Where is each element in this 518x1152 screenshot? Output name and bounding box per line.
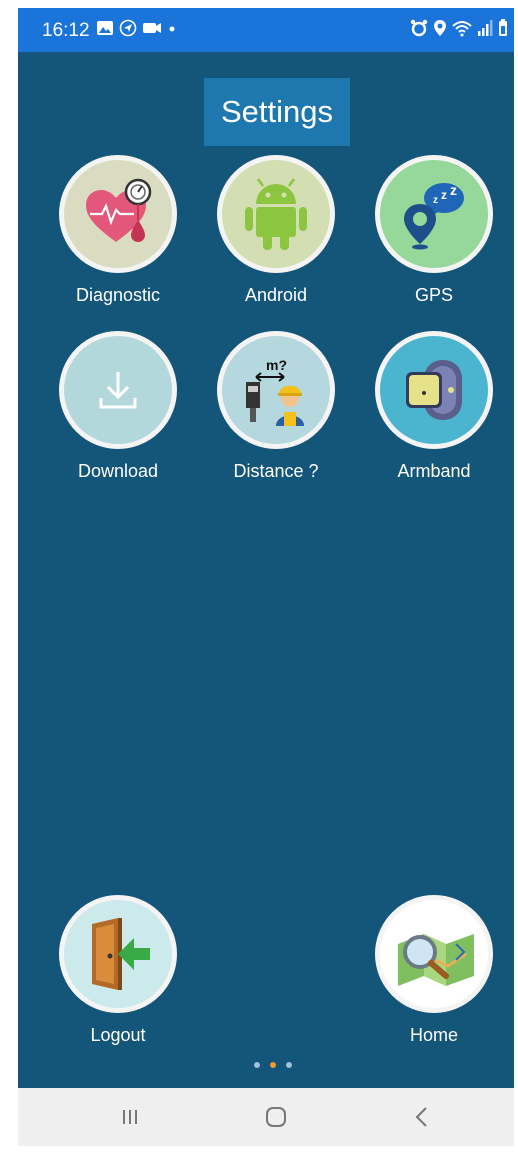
tile-distance[interactable]: m? Distance ? xyxy=(206,331,346,482)
nav-home-button[interactable] xyxy=(256,1100,296,1134)
tile-diagnostic[interactable]: Diagnostic xyxy=(48,155,188,306)
tile-logout[interactable]: Logout xyxy=(48,895,188,1046)
page-title: Settings xyxy=(204,78,350,146)
logout-button[interactable] xyxy=(59,895,177,1013)
tile-label-armband: Armband xyxy=(397,461,471,481)
android-button[interactable] xyxy=(217,155,335,273)
wifi-icon xyxy=(452,21,472,37)
phone-screen: 16:12 Settings Diagnostic Android z z z … xyxy=(18,8,514,1146)
page-dot-3[interactable] xyxy=(286,1062,292,1068)
signal-icon xyxy=(478,20,493,36)
dot-icon xyxy=(169,26,175,32)
recents-button[interactable] xyxy=(110,1100,150,1134)
download-icon xyxy=(99,372,137,409)
recents-icon xyxy=(123,1110,137,1124)
system-nav-bar xyxy=(18,1088,514,1146)
svg-text:z: z xyxy=(441,188,447,202)
tile-label-home: Home xyxy=(409,1025,458,1045)
map-magnifier-icon xyxy=(398,934,474,986)
tile-label-android: Android xyxy=(244,285,308,305)
armband-button[interactable] xyxy=(375,331,493,449)
svg-text:m?: m? xyxy=(266,357,287,373)
tile-gps[interactable]: z z z GPS xyxy=(364,155,504,306)
tile-label-diagnostic: Diagnostic xyxy=(75,285,161,305)
back-button[interactable] xyxy=(402,1100,442,1134)
heart-gauge-icon xyxy=(86,178,152,242)
page-dot-1[interactable] xyxy=(254,1062,260,1068)
distance-worker-icon: m? xyxy=(246,357,304,426)
door-exit-icon xyxy=(92,918,150,990)
location-pin-icon xyxy=(434,20,446,36)
svg-text:z: z xyxy=(433,195,438,206)
video-icon xyxy=(143,23,161,33)
status-right-icons xyxy=(410,19,508,37)
tile-label-download: Download xyxy=(77,461,159,481)
image-icon xyxy=(97,21,113,35)
tile-label-gps: GPS xyxy=(414,285,453,305)
tile-label-distance: Distance ? xyxy=(233,461,319,481)
tile-label-logout: Logout xyxy=(90,1025,146,1045)
tile-armband[interactable]: Armband xyxy=(364,331,504,482)
tile-download[interactable]: Download xyxy=(48,331,188,482)
gps-button[interactable]: z z z xyxy=(375,155,493,273)
page-dot-2[interactable] xyxy=(270,1062,276,1068)
svg-text:z: z xyxy=(450,182,457,198)
gps-sleep-icon: z z z xyxy=(404,182,464,250)
home-icon xyxy=(266,1107,286,1127)
page-indicator xyxy=(254,1062,292,1068)
alarm-icon xyxy=(410,19,428,37)
distance-button[interactable]: m? xyxy=(217,331,335,449)
status-left-icons xyxy=(96,19,177,37)
diagnostic-button[interactable] xyxy=(59,155,177,273)
tile-home[interactable]: Home xyxy=(364,895,504,1046)
download-button[interactable] xyxy=(59,331,177,449)
status-time: 16:12 xyxy=(42,20,90,41)
armband-icon xyxy=(406,360,462,420)
home-button[interactable] xyxy=(375,895,493,1013)
status-bar: 16:12 xyxy=(18,8,514,52)
location-arrow-icon xyxy=(119,19,137,37)
android-icon xyxy=(245,178,307,250)
back-icon xyxy=(415,1107,427,1127)
tile-android[interactable]: Android xyxy=(206,155,346,306)
battery-icon xyxy=(499,19,507,36)
